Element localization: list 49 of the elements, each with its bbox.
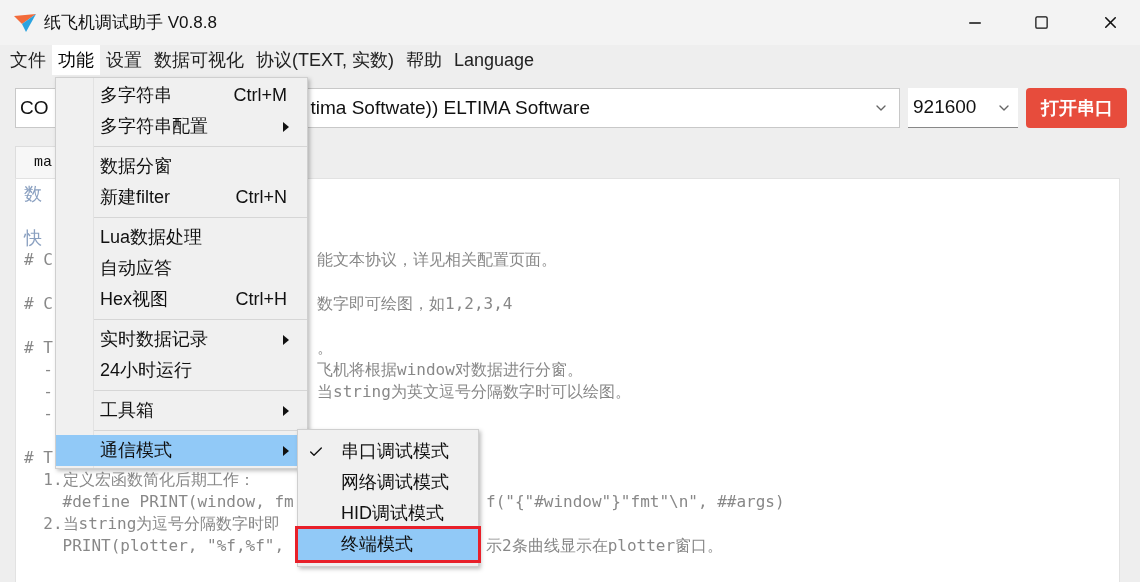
menu-bar-item[interactable]: 功能 xyxy=(52,45,100,75)
menu-item[interactable]: 24小时运行 xyxy=(56,355,307,386)
menu-item[interactable]: 工具箱 xyxy=(56,395,307,426)
editor-line: - xyxy=(42,404,53,423)
editor-line: 当string为英文逗号分隔数字时可以绘图。 xyxy=(317,381,631,403)
menu-item[interactable]: 数据分窗 xyxy=(56,151,307,182)
editor-line: PRINT(plotter, "%f,%f", xyxy=(61,536,285,555)
shortcut-label: Ctrl+H xyxy=(235,288,287,311)
submenu-item[interactable]: 终端模式 xyxy=(298,529,478,560)
submenu-arrow-icon xyxy=(283,121,289,132)
menu-bar-item[interactable]: 帮助 xyxy=(400,45,448,75)
editor-line: 1.定义宏函数简化后期工作： xyxy=(42,470,255,489)
editor-line: 飞机将根据window对数据进行分窗。 xyxy=(317,359,583,381)
baud-dropdown[interactable]: 921600 xyxy=(908,88,1018,128)
editor-line: - xyxy=(42,360,53,379)
editor-line: # T xyxy=(24,448,53,467)
editor-line: # C xyxy=(24,294,53,313)
shortcut-label: Ctrl+N xyxy=(235,186,287,209)
editor-line: - xyxy=(42,382,53,401)
editor-line: # C xyxy=(24,250,53,269)
menu-item[interactable]: Hex视图 Ctrl+H xyxy=(56,284,307,315)
menu-item[interactable]: 自动应答 xyxy=(56,253,307,284)
editor-line: 示2条曲线显示在plotter窗口。 xyxy=(486,535,724,557)
editor-line: f("{"#window"}"fmt"\n", ##args) xyxy=(486,491,785,513)
open-port-button[interactable]: 打开串口 xyxy=(1026,88,1127,128)
submenu-arrow-icon xyxy=(283,405,289,416)
window-title: 纸飞机调试助手 V0.8.8 xyxy=(44,11,217,34)
editor-line: 数 xyxy=(24,183,42,204)
menu-bar-item[interactable]: 文件 xyxy=(4,45,52,75)
submenu-arrow-icon xyxy=(283,445,289,456)
editor-line: 2.当string为逗号分隔数字时即 xyxy=(42,514,281,533)
menu-bar-item[interactable]: Language xyxy=(448,45,541,75)
editor-line: 数字即可绘图，如1,2,3,4 xyxy=(317,293,513,315)
editor-line: # T xyxy=(24,338,53,357)
submenu-arrow-icon xyxy=(283,334,289,345)
paper-plane-icon xyxy=(14,13,36,32)
menu-item[interactable]: Lua数据处理 xyxy=(56,222,307,253)
editor-line: #define PRINT(window, fm xyxy=(61,492,294,511)
submenu-item[interactable]: HID调试模式 xyxy=(298,498,478,529)
menu-item[interactable]: 实时数据记录 xyxy=(56,324,307,355)
menu-item[interactable]: 新建filter Ctrl+N xyxy=(56,182,307,213)
menu-bar-item[interactable]: 设置 xyxy=(100,45,148,75)
editor-line: 。 xyxy=(317,337,333,359)
submenu-item[interactable]: 网络调试模式 xyxy=(298,467,478,498)
maximize-icon[interactable] xyxy=(1034,15,1049,30)
editor-line: 快 xyxy=(24,227,42,248)
menu-bar-item[interactable]: 协议(TEXT, 实数) xyxy=(250,45,400,75)
menu-bar-item[interactable]: 数据可视化 xyxy=(148,45,250,75)
editor-line: 能文本协议，详见相关配置页面。 xyxy=(317,249,557,271)
